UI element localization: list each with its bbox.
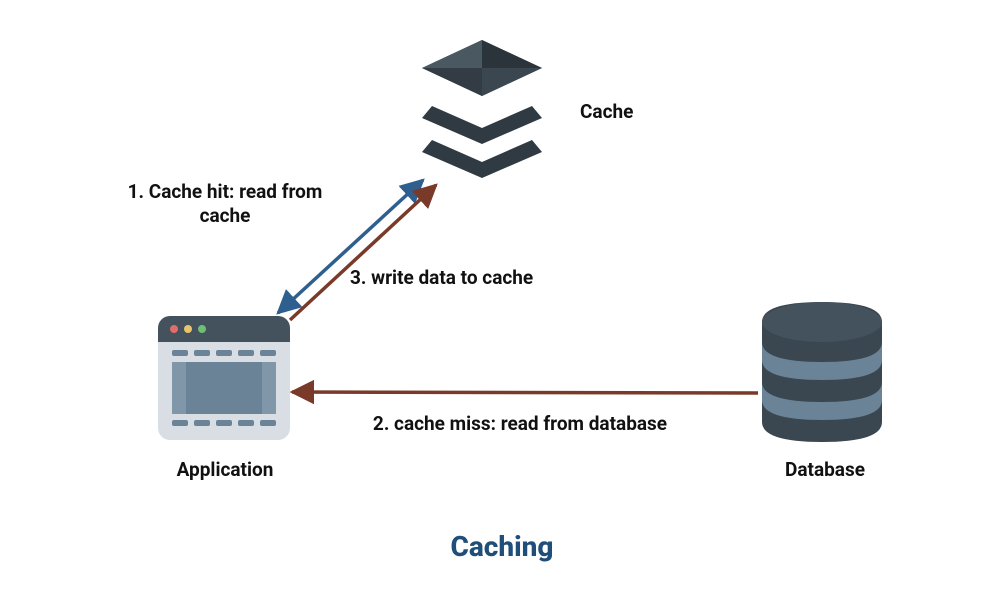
edge-cache-hit-label-line2: cache [200,204,251,227]
edge-write-cache-label: 3. write data to cache [350,266,610,290]
edge-cache-miss [292,392,758,393]
diagram-title: Caching [0,530,1004,563]
application-label: Application [140,458,310,482]
edge-cache-miss-label: 2. cache miss: read from database [320,412,720,436]
application-icon [158,316,290,440]
diagram-canvas [0,0,1004,591]
database-label: Database [760,458,890,482]
cache-icon [422,40,542,178]
edge-cache-hit-label-line1: 1. Cache hit: read from [128,180,323,203]
edge-cache-hit-label: 1. Cache hit: read from cache [100,180,350,228]
database-icon [762,302,882,442]
cache-label: Cache [580,100,700,124]
